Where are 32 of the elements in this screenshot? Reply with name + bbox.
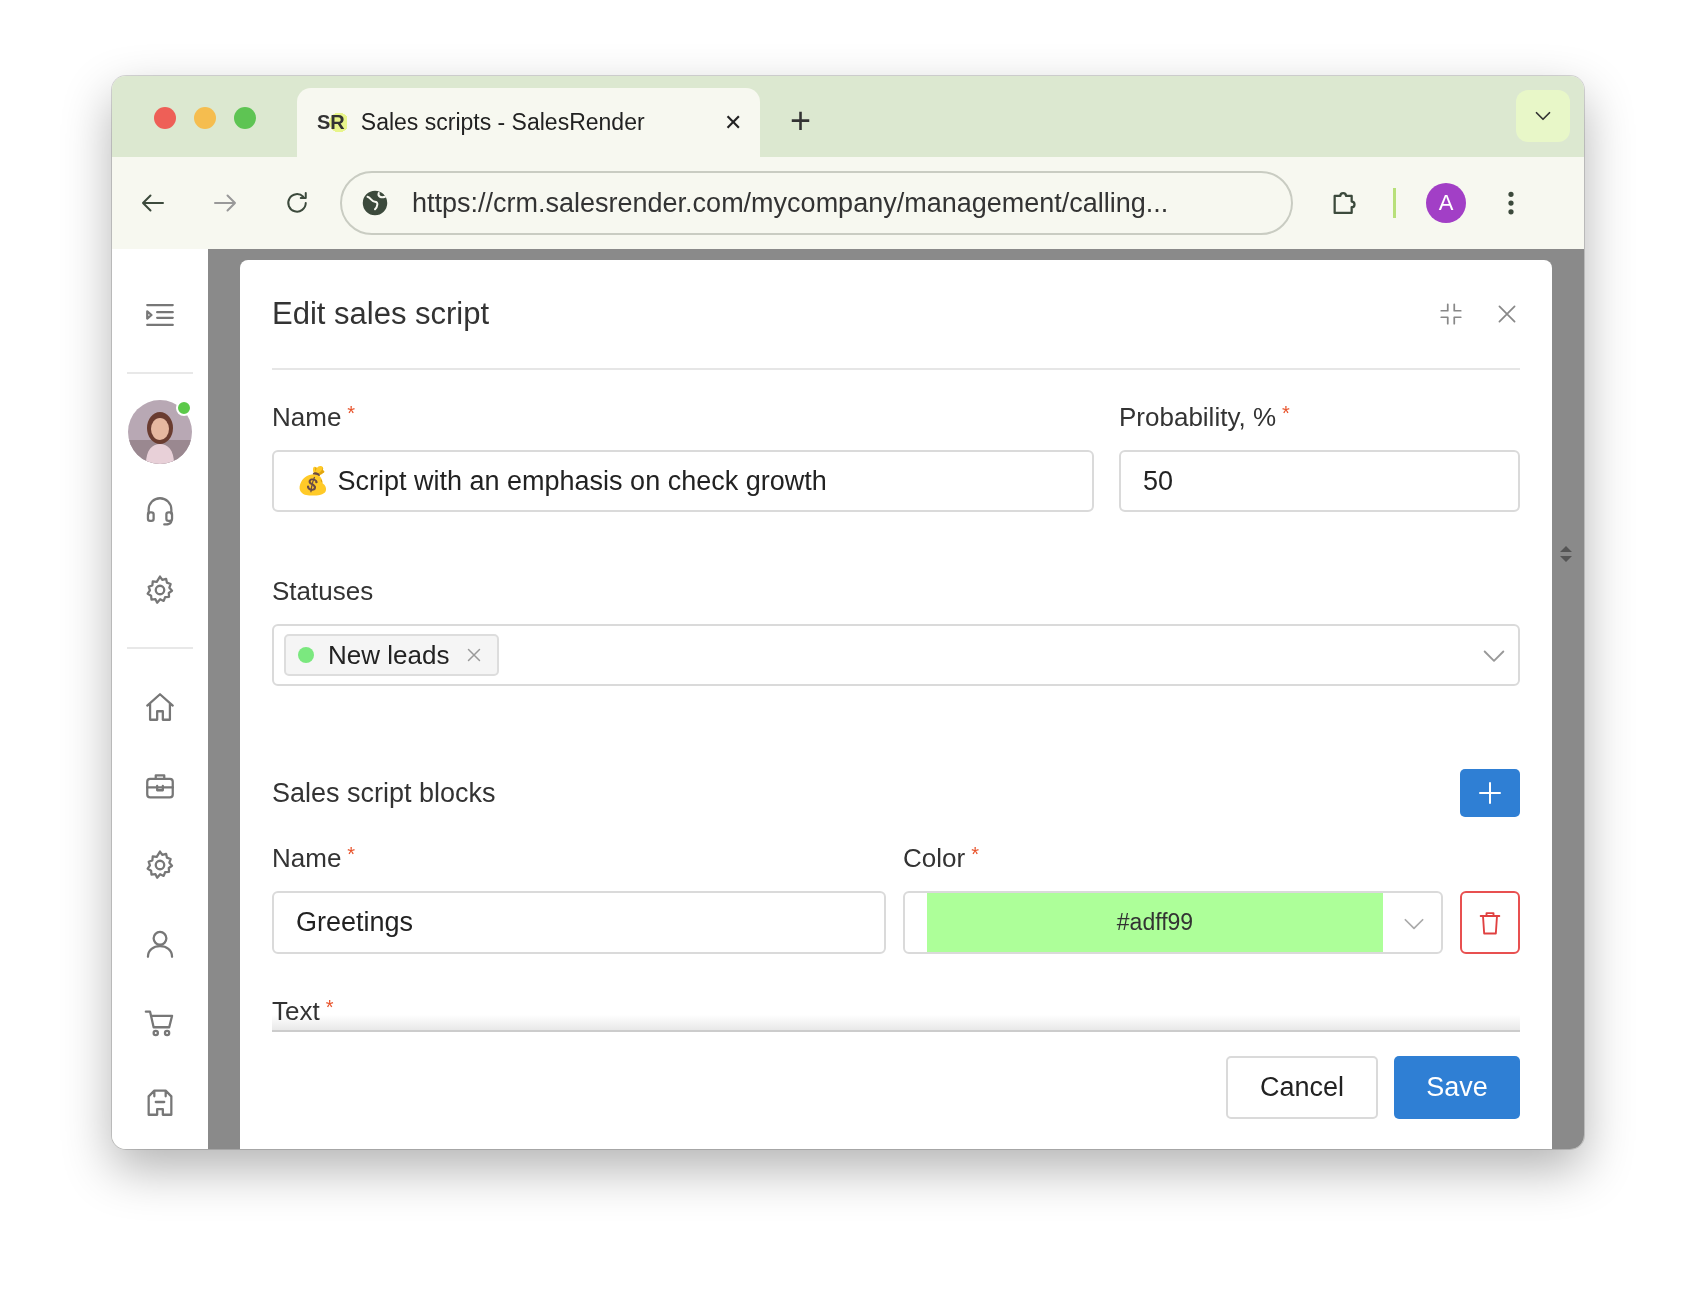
close-window-button[interactable] [154,107,176,129]
delete-button[interactable] [1460,891,1520,954]
field-label: Name [272,843,342,875]
collapse-button[interactable] [1438,301,1464,327]
browser-tab[interactable]: SR Sales scripts - SalesRender ✕ [297,88,760,157]
probability-field[interactable]: 50 [1119,450,1520,512]
required-mark: * [1282,402,1290,426]
dialog-title: Edit sales script [272,296,491,332]
cancel-button[interactable]: Cancel [1226,1056,1378,1119]
field-label: Statuses [272,576,374,608]
section-title: Sales script blocks [272,777,496,809]
required-mark: * [347,843,356,867]
save-button[interactable]: Save [1394,1056,1520,1119]
block-name-field[interactable]: Greetings [272,891,886,954]
required-mark: * [325,996,334,1020]
required-mark: * [347,402,356,426]
name-field[interactable]: 💰 Script with an emphasis on check growth [272,450,1094,512]
field-label: Probability, % [1119,402,1277,434]
collapse-icon [1438,301,1464,327]
statuses-select[interactable]: New leads [272,624,1520,686]
tab-close-button[interactable]: ✕ [724,109,742,136]
field-label: Name [272,402,342,434]
color-swatch: #adff99 [927,893,1383,952]
chip-label: New leads [328,639,450,671]
address-bar[interactable]: https://crm.salesrender.com/mycompany/management/calling... [340,171,1293,235]
color-select[interactable]: #adff99 [903,891,1443,954]
add-block-button[interactable] [1460,769,1520,817]
new-tab-button[interactable]: + [784,99,818,143]
profile-button[interactable]: A [1426,183,1466,223]
required-mark: * [971,843,979,867]
field-label: Text [272,996,320,1028]
field-label: Color [903,843,966,875]
